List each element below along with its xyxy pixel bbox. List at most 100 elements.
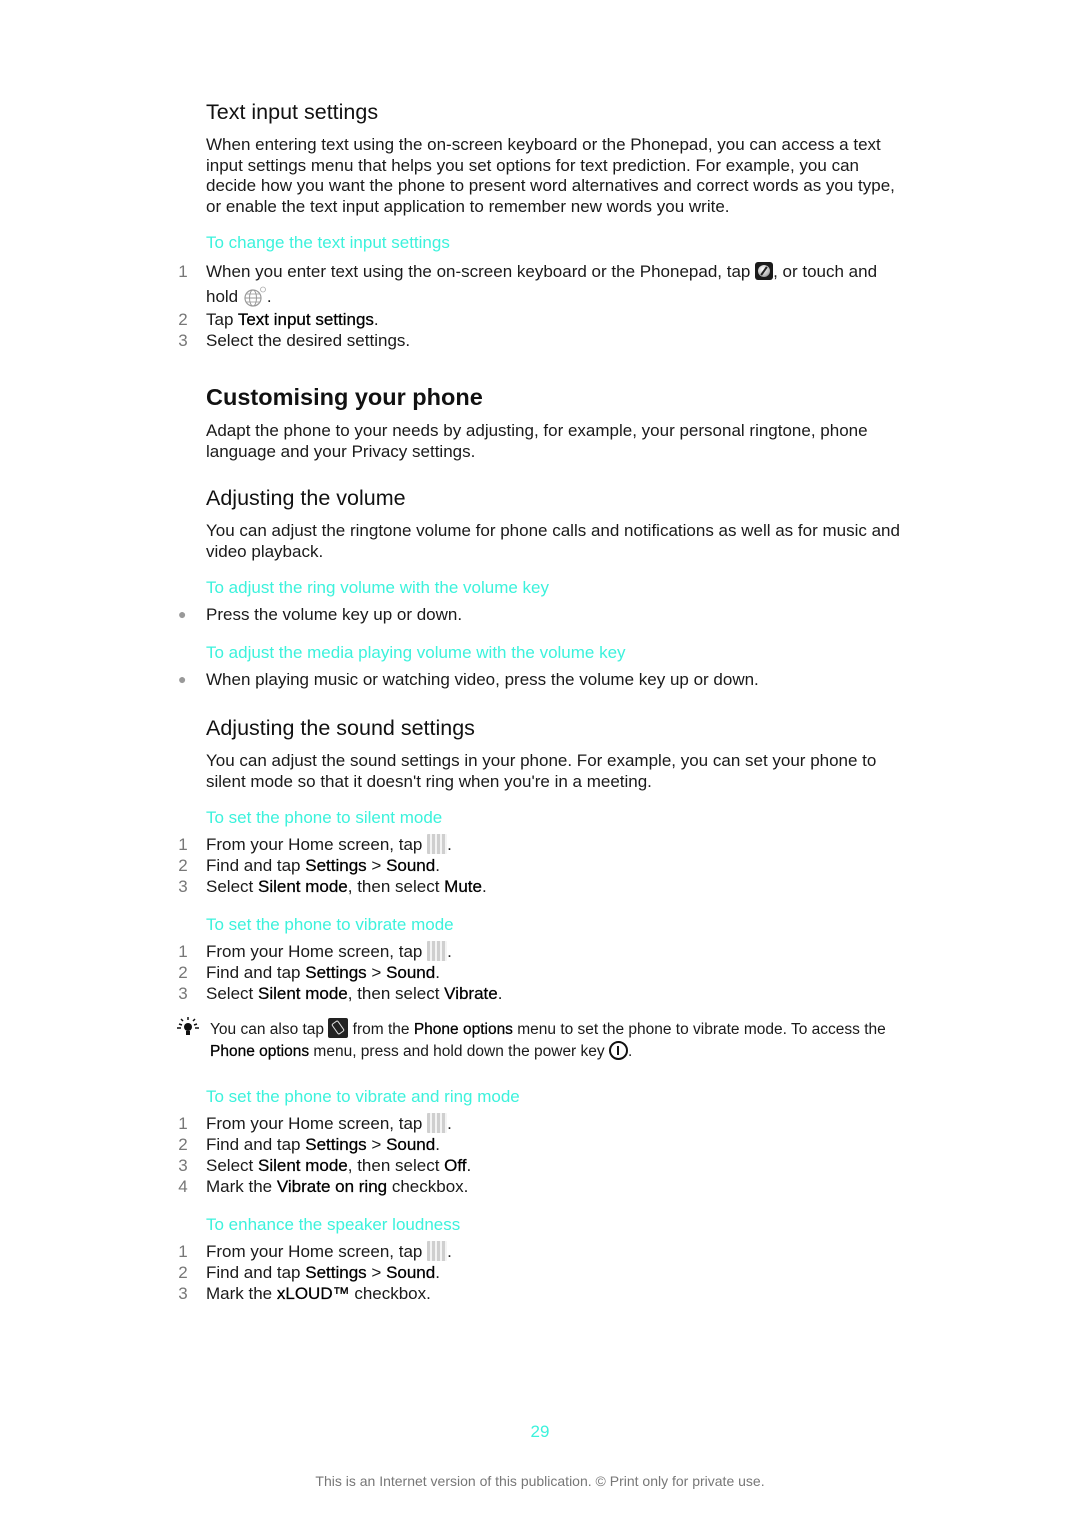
step-item: 2 Find and tap Settings > Sound. xyxy=(178,962,906,983)
section-customising-your-phone: Customising your phone Adapt the phone t… xyxy=(206,381,906,462)
power-key-icon xyxy=(608,1041,628,1060)
step-item: 3 Select Silent mode, then select Off. xyxy=(178,1155,906,1176)
section-body: When entering text using the on-screen k… xyxy=(206,135,895,216)
settings-wrench-icon xyxy=(755,262,774,280)
step-list: 1 From your Home screen, tap . 2 Find and t… xyxy=(178,941,906,1004)
vibrate-mode-icon xyxy=(328,1018,349,1038)
tip-note: You can also tap from the Phone options … xyxy=(177,1017,906,1063)
bullet-list: ● Press the volume key up or down. xyxy=(178,604,906,625)
tip-text: You can also tap from the Phone options … xyxy=(210,1018,886,1060)
step-number: 2 xyxy=(178,310,188,329)
application-screen-icon xyxy=(427,834,448,854)
step-item: 1 From your Home screen, tap . xyxy=(178,1113,906,1134)
task-heading: To adjust the media playing volume with … xyxy=(206,643,626,662)
step-text: Select Silent mode, then select Off. xyxy=(206,1156,472,1175)
tip-lightbulb-icon xyxy=(177,1017,199,1035)
task-heading: To change the text input settings xyxy=(206,233,450,252)
step-item: 1 When you enter text using the on-screen… xyxy=(178,259,906,309)
step-text: Select Silent mode, then select Vibrate. xyxy=(206,984,503,1003)
ui-term: Sound xyxy=(386,1263,436,1282)
step-item: 2 Tap Text input settings. xyxy=(178,309,906,330)
task-heading: To set the phone to silent mode xyxy=(206,808,443,827)
section-body: You can adjust the sound settings in you… xyxy=(206,751,877,791)
task-heading: To adjust the ring volume with the volum… xyxy=(206,578,550,597)
ui-term: Phone options xyxy=(413,1021,513,1038)
section-adjusting-sound-settings: Adjusting the sound settings You can adj… xyxy=(177,714,906,1304)
ui-term: Text input settings xyxy=(237,310,374,329)
ui-term: Sound xyxy=(386,856,436,875)
step-text: Mark the Vibrate on ring checkbox. xyxy=(206,1177,469,1196)
step-text: From your Home screen, tap . xyxy=(206,1241,452,1261)
application-screen-icon xyxy=(427,1113,448,1133)
ui-term: xLOUD™ xyxy=(276,1284,350,1303)
step-text: From your Home screen, tap . xyxy=(206,834,452,854)
step-item: 3 Select the desired settings. xyxy=(178,330,906,351)
application-screen-icon xyxy=(427,1241,448,1261)
ui-term: Phone options xyxy=(210,1043,310,1060)
task-heading: To set the phone to vibrate mode xyxy=(206,915,454,934)
step-text: From your Home screen, tap . xyxy=(206,1113,452,1133)
step-number: 3 xyxy=(178,877,188,896)
ui-term: Settings xyxy=(305,1135,367,1154)
step-list: 1 From your Home screen, tap . 2 Find and t… xyxy=(178,1241,906,1304)
step-number: 3 xyxy=(178,984,188,1003)
step-text: Find and tap Settings > Sound. xyxy=(206,856,440,875)
globe-language-icon xyxy=(243,286,267,308)
step-text: Select the desired settings. xyxy=(206,331,411,350)
step-item: 1 From your Home screen, tap . xyxy=(178,941,906,962)
bullet-item: ● Press the volume key up or down. xyxy=(178,604,906,625)
step-item: 3 Select Silent mode, then select Vibrate… xyxy=(178,983,906,1004)
page-number: 29 xyxy=(530,1422,550,1441)
step-item: 2 Find and tap Settings > Sound. xyxy=(178,1262,906,1283)
page-content: Text input settings When entering text u… xyxy=(177,98,906,1322)
ui-term: Settings xyxy=(305,856,367,875)
step-number: 1 xyxy=(178,1242,188,1261)
step-item: 1 From your Home screen, tap . xyxy=(178,1241,906,1262)
manual-page: Text input settings When entering text u… xyxy=(0,0,1080,1527)
ui-term: Mute xyxy=(444,877,482,896)
bullet-text: When playing music or watching video, pr… xyxy=(206,670,759,689)
bullet-icon: ● xyxy=(178,606,187,622)
ui-term: Settings xyxy=(305,1263,367,1282)
step-number: 2 xyxy=(178,963,188,982)
bullet-text: Press the volume key up or down. xyxy=(206,605,463,624)
task-heading: To set the phone to vibrate and ring mod… xyxy=(206,1087,520,1106)
ui-term: Silent mode xyxy=(257,1156,348,1175)
step-list: 1 From your Home screen, tap . 2 Find and t… xyxy=(178,1113,906,1197)
step-number: 3 xyxy=(178,1156,188,1175)
section-body: Adapt the phone to your needs by adjusti… xyxy=(206,421,868,461)
step-text: Find and tap Settings > Sound. xyxy=(206,963,440,982)
step-number: 4 xyxy=(178,1177,188,1196)
step-number: 1 xyxy=(178,835,188,854)
section-heading: Adjusting the sound settings xyxy=(206,716,475,740)
footer-notice: This is an Internet version of this publ… xyxy=(315,1473,765,1489)
section-text-input-settings: Text input settings When entering text u… xyxy=(178,98,906,351)
step-text: Tap Text input settings. xyxy=(206,310,379,329)
bullet-icon: ● xyxy=(178,671,187,687)
application-screen-icon xyxy=(427,941,448,961)
ui-term: Silent mode xyxy=(257,877,348,896)
step-item: 1 From your Home screen, tap . xyxy=(178,834,906,855)
step-number: 2 xyxy=(178,1135,188,1154)
section-heading: Adjusting the volume xyxy=(206,486,406,510)
step-list: 1 When you enter text using the on-screen… xyxy=(178,259,906,351)
section-heading: Text input settings xyxy=(206,100,379,124)
task-heading: To enhance the speaker loudness xyxy=(206,1215,461,1234)
step-text: When you enter text using the on-screen … xyxy=(206,262,878,308)
step-item: 2 Find and tap Settings > Sound. xyxy=(178,855,906,876)
ui-term: Vibrate on ring xyxy=(276,1177,388,1196)
ui-term: Off xyxy=(444,1156,467,1175)
chapter-heading: Customising your phone xyxy=(206,384,483,410)
bullet-list: ● When playing music or watching video, p… xyxy=(178,669,906,690)
step-number: 3 xyxy=(178,1284,188,1303)
step-text: Find and tap Settings > Sound. xyxy=(206,1263,440,1282)
bullet-item: ● When playing music or watching video, p… xyxy=(178,669,906,690)
section-adjusting-volume: Adjusting the volume You can adjust the … xyxy=(178,484,906,690)
section-body: You can adjust the ringtone volume for p… xyxy=(206,521,900,561)
step-item: 2 Find and tap Settings > Sound. xyxy=(178,1134,906,1155)
step-number: 1 xyxy=(178,1114,188,1133)
step-number: 2 xyxy=(178,1263,188,1282)
ui-term: Settings xyxy=(305,963,367,982)
step-text: Mark the xLOUD™ checkbox. xyxy=(206,1284,431,1303)
step-number: 3 xyxy=(178,331,188,350)
